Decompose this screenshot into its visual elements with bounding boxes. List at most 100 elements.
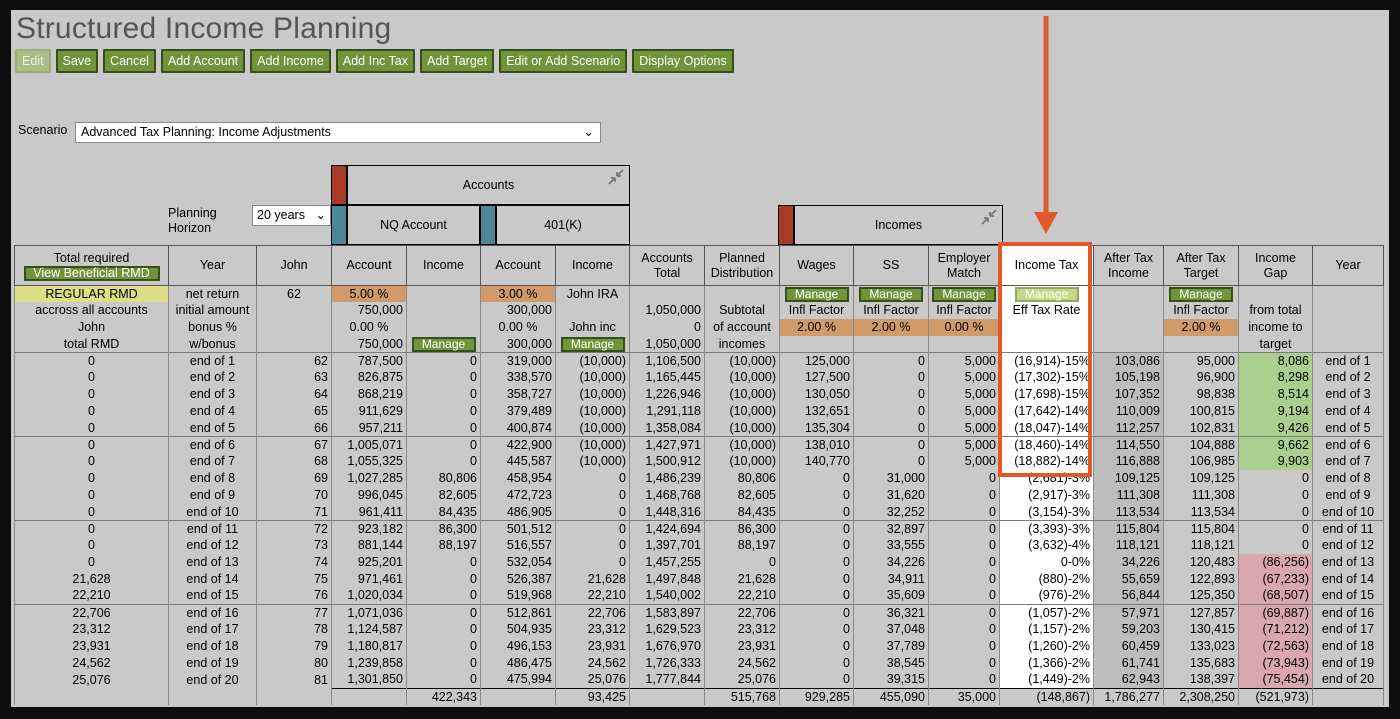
cell-ss: 38,545 [853,655,929,672]
add-inc-tax-button[interactable]: Add Inc Tax [335,49,415,73]
cell-nq-account: 881,144 [331,537,407,555]
cell-ss: 0 [853,369,929,387]
cell-total-rmd: 24,562 [14,655,169,672]
john-header: John [256,245,332,286]
cell-year-right: end of 8 [1312,470,1384,488]
total-income-tax: (148,867) [999,688,1094,706]
cell-wages: 127,500 [779,369,854,387]
cell-planned-distribution: 88,197 [704,537,780,555]
ss-header: SS [853,245,929,286]
cell-employer-match: 5,000 [928,453,1000,471]
employer-manage-button[interactable]: Manage [932,286,996,302]
table-row: 21,628 end of 14 75 971,461 0 526,387 21,628 1,… [14,571,1384,588]
ss-manage-button[interactable]: Manage [859,286,923,302]
cell-john-age: 69 [256,470,332,488]
total-john-age [256,688,332,706]
cell-year: end of 8 [168,470,257,488]
cell-year: end of 7 [168,453,257,471]
cell-income-tax: (1,449)-2% [999,671,1094,689]
cell-accounts-total: 1,500,912 [629,453,705,471]
k401-net-return-input[interactable]: 3.00 % [480,285,556,303]
nq-bonus-input[interactable]: 0.00 % [331,319,407,336]
income-tax-manage-button[interactable]: Manage [1014,286,1079,302]
scenario-select[interactable]: Advanced Tax Planning: Income Adjustment… [75,122,601,143]
cell-ss: 0 [853,436,929,454]
total-nq-income: 422,343 [406,688,481,706]
cell-wages: 140,770 [779,453,854,471]
table-row: 0 end of 12 73 881,144 88,197 516,557 0 1,397,7… [14,537,1384,555]
cell-income-gap: 9,662 [1238,436,1313,454]
target-infl-input[interactable]: 2.00 % [1163,319,1239,336]
table-row: 0 end of 1 62 787,500 0 319,000 (10,000) 1,106,… [14,352,1384,370]
cell-total-rmd: 0 [14,419,169,437]
setup-row: accross all accounts initial amount 750,… [14,302,1384,320]
cancel-button[interactable]: Cancel [103,49,156,73]
total-planned-distribution: 515,768 [704,688,780,706]
nq-income-manage-button[interactable]: Manage [411,336,476,352]
cell-john-age: 63 [256,369,332,387]
edit-button[interactable]: Edit [15,49,51,73]
cell-total-rmd: 0 [14,554,169,572]
cell-employer-match: 0 [928,537,1000,555]
cell-k401-account: 379,489 [480,403,556,420]
cell-income-gap: (75,454) [1238,671,1313,689]
planning-horizon-select[interactable]: 20 years ⌄ [252,205,331,226]
nq-net-return-input[interactable]: 5.00 % [331,285,407,303]
cell-after-tax-income: 110,009 [1093,403,1164,420]
table-row: 0 end of 5 66 957,211 0 400,874 (10,000) 1,358,… [14,419,1384,437]
cell-total-rmd: 0 [14,436,169,454]
cell-john-age: 76 [256,587,332,605]
collapse-icon[interactable] [607,168,625,186]
k401-income-manage-button[interactable]: Manage [560,336,625,352]
wages-manage-button[interactable]: Manage [784,286,849,302]
cell-after-tax-income: 107,352 [1093,386,1164,404]
cell-john-age: 64 [256,386,332,404]
cell-total-rmd: 0 [14,537,169,555]
cell-wages: 0 [779,537,854,555]
cell-total-rmd: 0 [14,453,169,471]
nq-initial-amount[interactable]: 750,000 [331,302,407,320]
display-options-button[interactable]: Display Options [632,49,734,73]
wages-infl-input[interactable]: 2.00 % [779,319,854,336]
cell-ss: 0 [853,419,929,437]
cell-after-tax-target: 125,350 [1163,587,1239,605]
cell-income-tax: (2,917)-3% [999,487,1094,504]
target-manage-button[interactable]: Manage [1169,286,1233,302]
cell-k401-income: 25,076 [555,671,630,689]
cell-accounts-total: 1,468,768 [629,487,705,504]
cell-year: end of 18 [168,638,257,656]
cell-employer-match: 0 [928,587,1000,605]
cell-income-gap: 0 [1238,487,1313,504]
cell-employer-match: 0 [928,604,1000,622]
nq-account-header: NQ Account [347,205,480,245]
k401-bonus-input[interactable]: 0.00 % [480,319,556,336]
cell-after-tax-target: 106,985 [1163,453,1239,471]
total-after-tax-target: 2,308,250 [1163,688,1239,706]
nq-income-column-header: Income [406,245,481,286]
cell-wages: 125,000 [779,352,854,370]
planning-horizon-label: Planning Horizon [168,206,217,235]
cell-after-tax-income: 61,741 [1093,655,1164,672]
cell-income-tax: (18,882)-14% [999,453,1094,471]
cell-after-tax-target: 118,121 [1163,537,1239,555]
cell-planned-distribution: (10,000) [704,403,780,420]
cell-accounts-total: 1,165,445 [629,369,705,387]
employer-infl-input[interactable]: 0.00 % [928,319,1000,336]
accounts-group-label: Accounts [462,178,515,192]
cell-year-right: end of 15 [1312,587,1384,605]
edit-or-add-scenario-button[interactable]: Edit or Add Scenario [499,49,628,73]
income-planning-table: Total required View Beneficial RMD Year … [14,245,1384,706]
cell-employer-match: 5,000 [928,352,1000,370]
view-beneficial-rmd-button[interactable]: View Beneficial RMD [23,265,160,281]
save-button[interactable]: Save [55,49,99,73]
add-income-button[interactable]: Add Income [250,49,331,73]
cell-income-tax: (17,642)-14% [999,403,1094,420]
k401-initial-amount[interactable]: 300,000 [480,302,556,320]
cell-employer-match: 5,000 [928,369,1000,387]
cell-wages: 0 [779,638,854,656]
total-k401-income: 93,425 [555,688,630,706]
add-account-button[interactable]: Add Account [160,49,246,73]
collapse-icon[interactable] [980,208,998,226]
add-target-button[interactable]: Add Target [419,49,495,73]
ss-infl-input[interactable]: 2.00 % [853,319,929,336]
